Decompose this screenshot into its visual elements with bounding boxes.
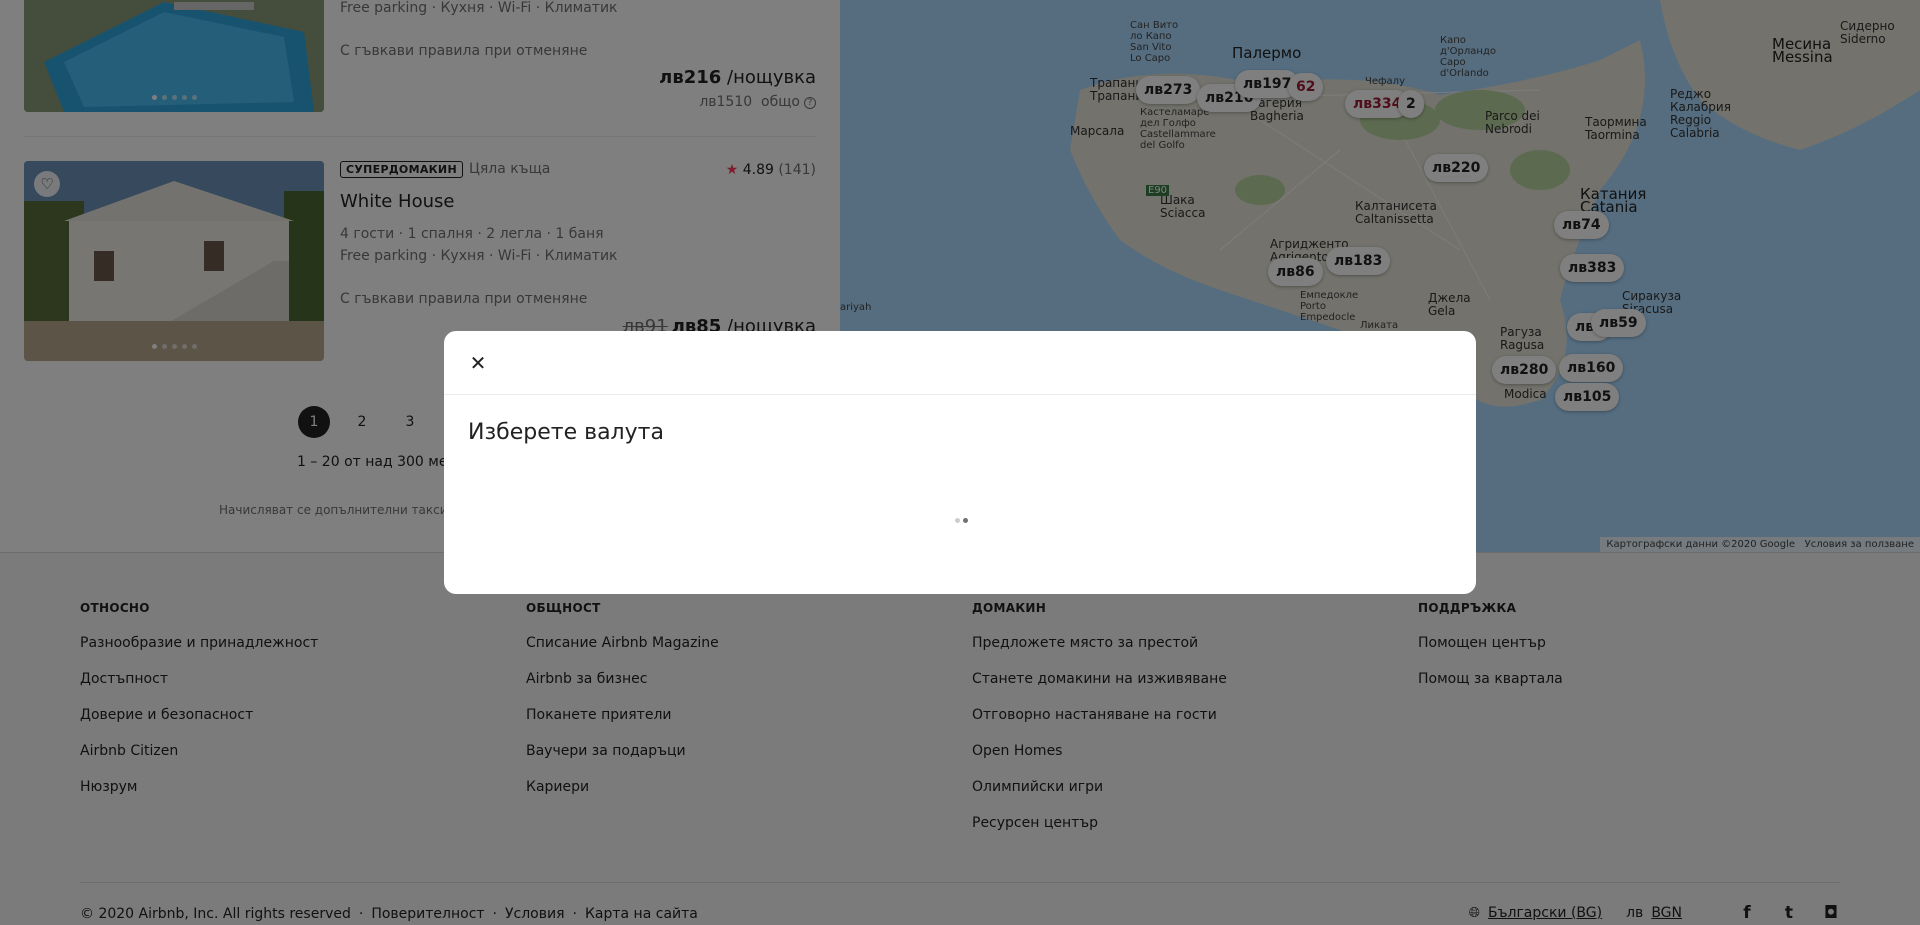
loading-indicator [955,518,968,523]
modal-header: ✕ [444,331,1476,395]
currency-modal: ✕ Изберете валута [444,331,1476,594]
close-icon[interactable]: ✕ [466,351,490,375]
modal-title: Изберете валута [468,420,664,445]
